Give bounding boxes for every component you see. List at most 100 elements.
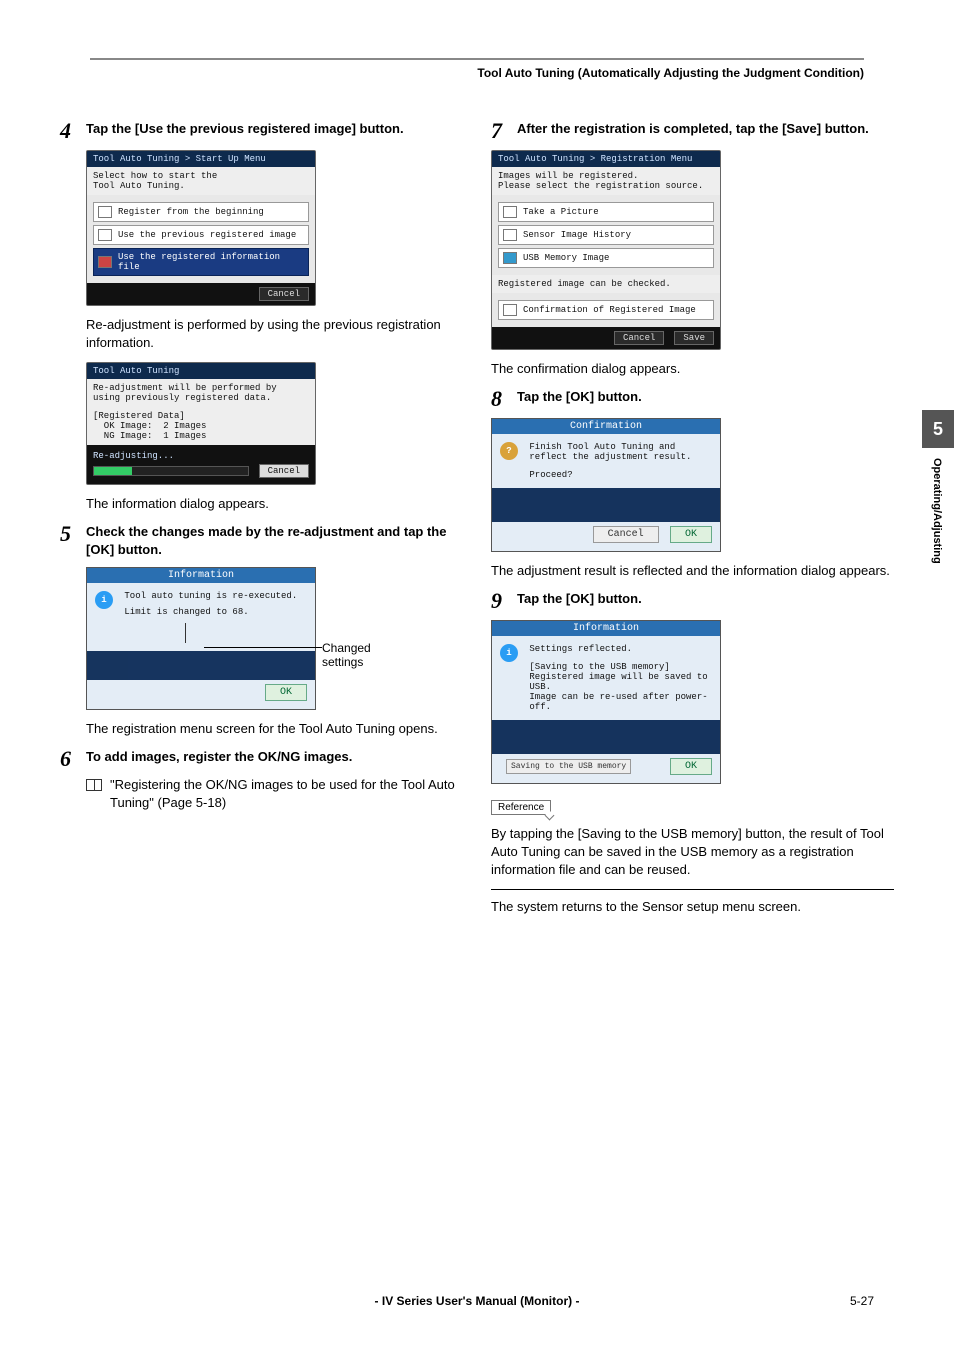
chapter-number: 5 (922, 410, 954, 448)
reference-badge: Reference (491, 800, 551, 815)
step-number: 5 (60, 523, 78, 545)
step-number: 6 (60, 748, 78, 770)
option-label: USB Memory Image (523, 253, 609, 263)
left-column: 4 Tap the [Use the previous registered i… (60, 120, 463, 926)
page-footer: - IV Series User's Manual (Monitor) - 5-… (0, 1294, 954, 1308)
footer-page: 5-27 (814, 1294, 874, 1308)
option-label: Register from the beginning (118, 207, 264, 217)
screenshot-readjusting: Tool Auto Tuning Re-adjustment will be p… (86, 362, 316, 485)
screenshot-titlebar: Tool Auto Tuning > Start Up Menu (87, 151, 315, 167)
option-confirm-registered[interactable]: Confirmation of Registered Image (498, 300, 714, 320)
question-icon: ? (500, 442, 518, 460)
step-text: After the registration is completed, tap… (517, 120, 869, 138)
step-5: 5 Check the changes made by the re-adjus… (60, 523, 463, 559)
progress-bar (93, 466, 249, 476)
step-number: 8 (491, 388, 509, 410)
footer-title: - IV Series User's Manual (Monitor) - (140, 1294, 814, 1308)
screenshot-info-dialog: Information i Tool auto tuning is re-exe… (86, 567, 316, 710)
step-6: 6 To add images, register the OK/NG imag… (60, 748, 463, 770)
chapter-tab: 5 Operating/Adjusting (922, 410, 954, 564)
ok-button[interactable]: OK (265, 684, 307, 701)
option-usb-image[interactable]: USB Memory Image (498, 248, 714, 268)
step-5-caption: The registration menu screen for the Too… (86, 720, 463, 738)
option-take-picture[interactable]: Take a Picture (498, 202, 714, 222)
cancel-button[interactable]: Cancel (259, 464, 309, 478)
disk-icon (98, 256, 112, 268)
step-4: 4 Tap the [Use the previous registered i… (60, 120, 463, 142)
option-sensor-history[interactable]: Sensor Image History (498, 225, 714, 245)
screenshot-confirmation-dialog: Confirmation ? Finish Tool Auto Tuning a… (491, 418, 721, 552)
right-column: 7 After the registration is completed, t… (491, 120, 894, 926)
screenshot-startup-menu: Tool Auto Tuning > Start Up Menu Select … (86, 150, 316, 306)
dialog-title: Information (492, 621, 720, 636)
step-number: 7 (491, 120, 509, 142)
dialog-text-1: Tool auto tuning is re-executed. (124, 591, 297, 601)
option-label: Confirmation of Registered Image (523, 305, 696, 315)
screenshot-subtext: Images will be registered. Please select… (492, 167, 720, 195)
page-header-title: Tool Auto Tuning (Automatically Adjustin… (60, 66, 864, 80)
camera-icon (503, 206, 517, 218)
step-9-caption: The system returns to the Sensor setup m… (491, 898, 894, 916)
ok-button[interactable]: OK (670, 758, 712, 775)
dialog-title: Confirmation (492, 419, 720, 434)
callout-changed-settings: Changed settings (322, 641, 402, 669)
option-previous-image[interactable]: Use the previous registered image (93, 225, 309, 245)
step-7: 7 After the registration is completed, t… (491, 120, 894, 142)
dialog-text-2: [Saving to the USB memory] Registered im… (529, 662, 709, 712)
step-8-caption: The adjustment result is reflected and t… (491, 562, 894, 580)
option-label: Sensor Image History (523, 230, 631, 240)
step-8: 8 Tap the [OK] button. (491, 388, 894, 410)
chapter-label: Operating/Adjusting (922, 458, 943, 564)
screenshot-midtext: Registered image can be checked. (492, 275, 720, 293)
step-number: 4 (60, 120, 78, 142)
step-text: Tap the [OK] button. (517, 590, 642, 608)
callout-line (204, 647, 322, 648)
step-text: Tap the [OK] button. (517, 388, 642, 406)
dialog-text-2: Limit is changed to 68. (124, 607, 297, 617)
book-icon (86, 779, 102, 791)
ok-button[interactable]: OK (670, 526, 712, 543)
images-icon (98, 229, 112, 241)
dialog-text-1: Settings reflected. (529, 644, 709, 654)
screenshot-titlebar: Tool Auto Tuning (87, 363, 315, 379)
step-number: 9 (491, 590, 509, 612)
dialog-title: Information (87, 568, 315, 583)
cross-reference: "Registering the OK/NG images to be used… (86, 776, 463, 812)
separator (491, 889, 894, 890)
step-9: 9 Tap the [OK] button. (491, 590, 894, 612)
screenshot-subtext: Re-adjustment will be performed by using… (87, 379, 315, 407)
screenshot-info-dialog-2: Information i Settings reflected. [Savin… (491, 620, 721, 784)
step-4-caption2: The information dialog appears. (86, 495, 463, 513)
cancel-button[interactable]: Cancel (614, 331, 664, 345)
option-label: Take a Picture (523, 207, 599, 217)
screenshot-titlebar: Tool Auto Tuning > Registration Menu (492, 151, 720, 167)
registered-data-block: [Registered Data] OK Image: 2 Images NG … (87, 407, 315, 445)
save-button[interactable]: Save (674, 331, 714, 345)
info-icon: i (95, 591, 113, 609)
cancel-button[interactable]: Cancel (593, 526, 659, 543)
images-icon (503, 304, 517, 316)
save-usb-button[interactable]: Saving to the USB memory (506, 759, 631, 774)
history-icon (503, 229, 517, 241)
dialog-text-1: Finish Tool Auto Tuning and reflect the … (529, 442, 699, 462)
screenshot-subtext: Select how to start the Tool Auto Tuning… (87, 167, 315, 195)
cancel-button[interactable]: Cancel (259, 287, 309, 301)
reference-text: By tapping the [Saving to the USB memory… (491, 825, 894, 879)
step-text: To add images, register the OK/NG images… (86, 748, 352, 766)
option-info-file[interactable]: Use the registered information file (93, 248, 309, 276)
screenshot-registration-menu: Tool Auto Tuning > Registration Menu Ima… (491, 150, 721, 350)
usb-icon (503, 252, 517, 264)
screenshot-info-dialog-wrap: Information i Tool auto tuning is re-exe… (60, 567, 463, 710)
step-text: Tap the [Use the previous registered ima… (86, 120, 404, 138)
option-label: Use the registered information file (118, 252, 304, 272)
info-icon: i (500, 644, 518, 662)
step-7-caption: The confirmation dialog appears. (491, 360, 894, 378)
option-register-beginning[interactable]: Register from the beginning (93, 202, 309, 222)
option-label: Use the previous registered image (118, 230, 296, 240)
step-text: Check the changes made by the re-adjustm… (86, 523, 463, 559)
step-4-caption: Re-adjustment is performed by using the … (86, 316, 463, 352)
cross-reference-text: "Registering the OK/NG images to be used… (110, 776, 463, 812)
header-rule (90, 58, 864, 60)
dialog-text-2: Proceed? (529, 470, 699, 480)
status-text: Re-adjusting... (93, 451, 309, 461)
